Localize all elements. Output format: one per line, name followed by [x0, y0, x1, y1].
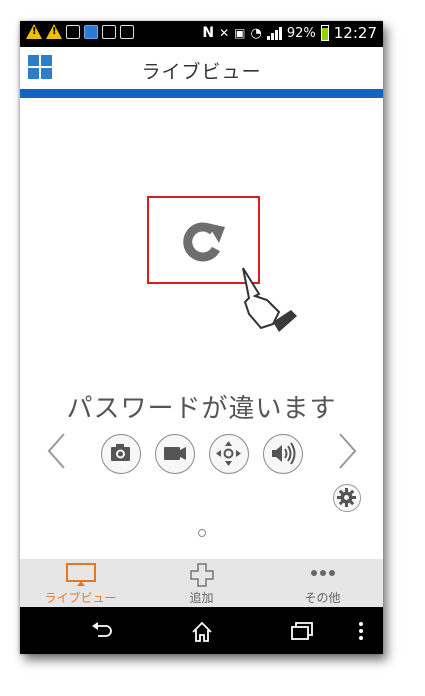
image-icon	[102, 24, 116, 39]
bluetooth-off-icon: ✕	[219, 26, 230, 40]
previous-arrow-icon[interactable]	[46, 432, 66, 470]
nfc-icon: N	[202, 25, 215, 41]
tab-label: ライブビュー	[44, 591, 117, 605]
system-navigation-bar	[20, 607, 383, 654]
screen-mirror-icon	[66, 24, 80, 39]
tab-more[interactable]: その他	[262, 559, 383, 607]
recent-apps-icon[interactable]	[290, 621, 314, 641]
warning-icon	[26, 24, 42, 39]
record-button[interactable]	[155, 434, 195, 474]
no-sim-icon: ▣	[234, 26, 246, 40]
back-icon[interactable]	[90, 621, 114, 641]
clock: 12:27	[333, 24, 377, 42]
audio-button[interactable]	[263, 434, 303, 474]
ptz-direction-icon	[216, 441, 241, 466]
signal-icon	[266, 26, 282, 40]
snapshot-button[interactable]	[101, 434, 141, 474]
gear-icon	[337, 488, 356, 507]
battery-icon	[320, 25, 329, 41]
warning-icon	[46, 24, 62, 39]
phone-screen: N ✕ ▣ ◔ 92% 12:27 ライブビュー パスワード	[20, 21, 383, 654]
header-divider	[20, 89, 383, 98]
tab-label: その他	[304, 591, 341, 605]
monitor-icon	[66, 563, 96, 586]
reload-icon[interactable]	[177, 219, 229, 265]
live-view-area: パスワードが違います	[20, 98, 383, 559]
pointing-hand-icon	[242, 267, 297, 332]
app-notification-icon	[84, 24, 98, 39]
tab-live-view[interactable]: ライブビュー	[20, 559, 141, 607]
bottom-tab-bar: ライブビュー 追加 その他	[20, 559, 383, 607]
tab-label: 追加	[189, 591, 214, 605]
overflow-menu-icon[interactable]	[358, 621, 364, 641]
status-bar: N ✕ ▣ ◔ 92% 12:27	[20, 21, 383, 47]
camera-snapshot-icon	[111, 444, 130, 461]
title-bar: ライブビュー	[20, 47, 383, 89]
next-arrow-icon[interactable]	[338, 432, 358, 470]
wifi-icon: ◔	[250, 25, 262, 41]
page-title: ライブビュー	[141, 61, 262, 83]
settings-button[interactable]	[333, 484, 361, 512]
battery-percent: 92%	[286, 25, 316, 41]
speaker-icon	[272, 442, 296, 465]
page-indicator	[198, 529, 206, 537]
video-record-icon	[164, 447, 186, 460]
home-icon[interactable]	[190, 621, 214, 643]
tab-add[interactable]: 追加	[141, 559, 262, 607]
error-message: パスワードが違います	[66, 394, 337, 424]
more-dots-icon	[311, 570, 335, 576]
ptz-button[interactable]	[209, 434, 249, 474]
plus-icon	[190, 563, 214, 587]
clipboard-check-icon	[120, 24, 134, 39]
